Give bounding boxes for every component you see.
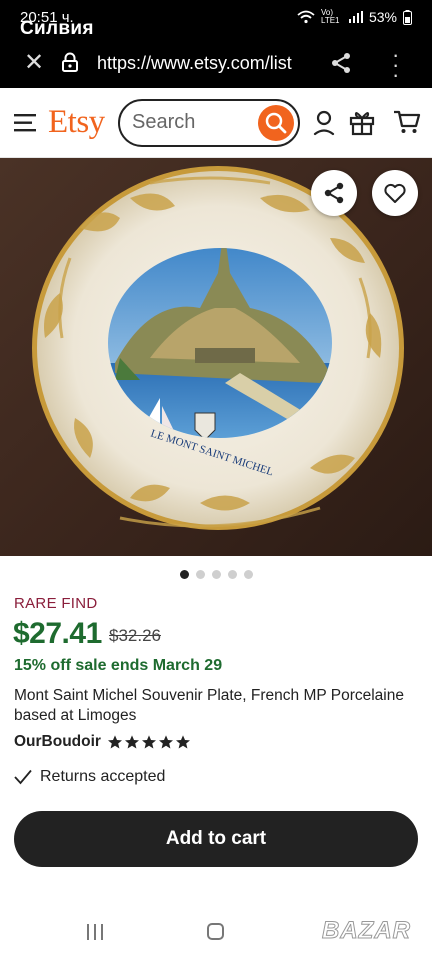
search-button[interactable] xyxy=(258,105,294,141)
star-icon xyxy=(158,735,173,749)
product-image[interactable]: LE MONT SAINT MICHEL xyxy=(0,158,432,556)
original-price: $32.26 xyxy=(109,626,161,645)
carousel-dots xyxy=(0,570,432,580)
rating-stars[interactable] xyxy=(107,734,191,750)
status-carrier: Силвия xyxy=(20,18,94,39)
carousel-dot[interactable] xyxy=(243,570,253,579)
favorite-button[interactable] xyxy=(372,170,418,216)
check-icon xyxy=(14,769,32,785)
signal-icon xyxy=(348,11,363,23)
recent-apps-icon[interactable] xyxy=(86,924,104,940)
battery-icon xyxy=(403,9,412,25)
heart-icon xyxy=(384,183,406,203)
star-icon xyxy=(124,735,139,749)
close-icon[interactable]: ✕ xyxy=(24,51,44,75)
returns-row: Returns accepted xyxy=(14,768,165,786)
signal-text: Vo) LTE1 xyxy=(320,8,340,25)
plate-illustration: LE MONT SAINT MICHEL xyxy=(32,166,404,530)
sale-price: $27.41 xyxy=(13,617,102,650)
share-icon[interactable] xyxy=(330,52,352,74)
status-right: Vo) LTE1 53% xyxy=(297,9,412,25)
status-bar: 20:51 ч. Силвия Vo) LTE1 53% xyxy=(0,0,432,40)
etsy-logo[interactable]: Etsy xyxy=(48,104,105,141)
add-to-cart-button[interactable]: Add to cart xyxy=(14,811,418,867)
shop-row: OurBoudoir xyxy=(14,733,191,751)
carousel-dot[interactable] xyxy=(227,570,237,579)
carousel-dot[interactable] xyxy=(179,570,189,579)
menu-icon[interactable] xyxy=(14,113,38,133)
lock-icon xyxy=(62,52,78,72)
share-button[interactable] xyxy=(311,170,357,216)
rare-find-badge: RARE FIND xyxy=(14,595,98,612)
share-icon xyxy=(324,182,344,204)
star-icon xyxy=(107,735,122,749)
carousel-dot[interactable] xyxy=(195,570,205,579)
product-title: Mont Saint Michel Souvenir Plate, French… xyxy=(14,687,404,724)
gift-icon[interactable] xyxy=(349,108,375,136)
search-icon xyxy=(265,112,287,134)
carousel-dot[interactable] xyxy=(211,570,221,579)
star-icon xyxy=(175,735,190,749)
more-icon[interactable]: · · · xyxy=(392,44,399,86)
site-header: Etsy xyxy=(0,88,432,158)
wifi-icon xyxy=(297,10,315,24)
returns-text: Returns accepted xyxy=(40,768,166,785)
browser-url-bar: ✕ https://www.etsy.com/list · · · xyxy=(0,40,432,88)
battery-percent: 53% xyxy=(368,9,397,25)
home-icon[interactable] xyxy=(207,923,224,940)
url-field[interactable]: https://www.etsy.com/list xyxy=(97,53,302,74)
star-icon xyxy=(141,735,156,749)
cart-icon[interactable] xyxy=(393,109,421,135)
user-icon[interactable] xyxy=(313,110,335,136)
search-box xyxy=(118,99,300,147)
sale-text: 15% off sale ends March 29 xyxy=(14,657,223,674)
search-input[interactable] xyxy=(132,111,252,134)
shop-name[interactable]: OurBoudoir xyxy=(14,733,101,751)
system-nav-bar: BAZAR xyxy=(0,900,432,960)
watermark-logo: BAZAR xyxy=(322,917,411,945)
